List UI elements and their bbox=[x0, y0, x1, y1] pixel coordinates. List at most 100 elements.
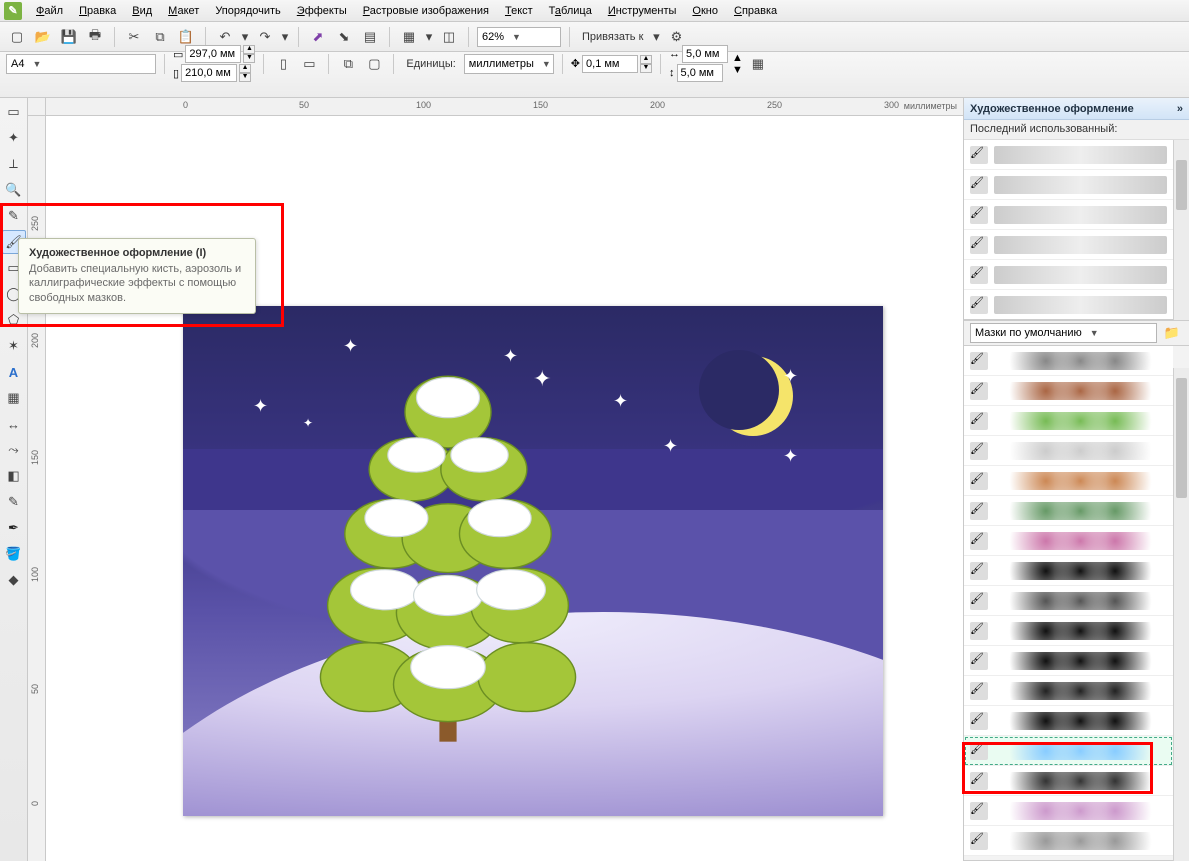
document-page[interactable]: ✦ ✦ ✦ ✦ ✦ ✦ ✦ ✦ ✦ bbox=[183, 306, 883, 816]
page-width-field[interactable]: ▭ ▲▼ bbox=[173, 45, 255, 63]
redo-icon[interactable]: ↷ bbox=[254, 26, 276, 48]
page-width-input[interactable] bbox=[185, 45, 241, 63]
copy-icon[interactable]: ⧉ bbox=[149, 26, 171, 48]
portrait-icon[interactable]: ▯ bbox=[272, 53, 294, 75]
brush-row[interactable]: 🖌 bbox=[964, 376, 1173, 406]
menu-file[interactable]: Файл bbox=[28, 2, 71, 20]
crop-tool-icon[interactable]: ⟂ bbox=[2, 152, 26, 176]
brush-row[interactable]: 🖌 bbox=[964, 436, 1173, 466]
text-tool-icon[interactable]: A bbox=[2, 360, 26, 384]
all-pages-icon[interactable]: ⧉ bbox=[337, 53, 359, 75]
current-page-icon[interactable]: ▢ bbox=[363, 53, 385, 75]
spinner-arrows[interactable]: ▲▼ bbox=[640, 55, 652, 73]
scroll-thumb[interactable] bbox=[1176, 378, 1187, 498]
menu-layout[interactable]: Макет bbox=[160, 2, 207, 20]
dup-y-field[interactable]: ↕ bbox=[669, 64, 728, 82]
brush-row[interactable]: 🖌 bbox=[964, 676, 1173, 706]
scrollbar[interactable] bbox=[1173, 368, 1189, 861]
new-icon[interactable]: ▢ bbox=[6, 26, 28, 48]
chevron-right-icon[interactable]: » bbox=[1177, 103, 1183, 115]
stroke-list[interactable]: 🖌🖌🖌🖌🖌🖌🖌🖌🖌🖌🖌🖌🖌🖌🖌🖌🖌 bbox=[964, 346, 1189, 861]
brush-row[interactable]: 🖌 bbox=[964, 766, 1173, 796]
publish-pdf-icon[interactable]: ▤ bbox=[359, 26, 381, 48]
stroke-category-combo[interactable]: Мазки по умолчанию ▼ bbox=[970, 323, 1157, 343]
menu-arrange[interactable]: Упорядочить bbox=[207, 2, 288, 20]
brush-row[interactable]: 🖌 bbox=[964, 796, 1173, 826]
brush-row[interactable]: 🖌 bbox=[964, 736, 1173, 766]
export-icon[interactable]: ⬊ bbox=[333, 26, 355, 48]
nudge-field[interactable]: ✥ ▲▼ bbox=[571, 55, 652, 73]
brush-row[interactable]: 🖌 bbox=[964, 466, 1173, 496]
brush-row[interactable]: 🖌 bbox=[964, 170, 1173, 200]
docker-title-bar[interactable]: Художественное оформление » bbox=[964, 98, 1189, 120]
menu-effects[interactable]: Эффекты bbox=[289, 2, 355, 20]
menu-table[interactable]: Таблица bbox=[541, 2, 600, 20]
menu-view[interactable]: Вид bbox=[124, 2, 160, 20]
dimension-tool-icon[interactable]: ↔ bbox=[2, 412, 26, 436]
ruler-vertical[interactable]: 250 200 150 100 50 0 bbox=[28, 116, 46, 861]
landscape-icon[interactable]: ▭ bbox=[298, 53, 320, 75]
folder-icon[interactable]: 📁 bbox=[1161, 322, 1183, 344]
page-height-field[interactable]: ▯ ▲▼ bbox=[173, 64, 255, 82]
interactive-tool-icon[interactable]: ◆ bbox=[2, 568, 26, 592]
brush-row[interactable]: 🖌 bbox=[964, 586, 1173, 616]
pick-tool-icon[interactable]: ▭ bbox=[2, 100, 26, 124]
basic-shapes-tool-icon[interactable]: ✶ bbox=[2, 334, 26, 358]
brush-row[interactable]: 🖌 bbox=[964, 260, 1173, 290]
dup-x-input[interactable] bbox=[682, 45, 728, 63]
brush-row[interactable]: 🖌 bbox=[964, 706, 1173, 736]
canvas[interactable]: ✦ ✦ ✦ ✦ ✦ ✦ ✦ ✦ ✦ bbox=[46, 116, 963, 861]
zoom-combo[interactable]: 62% ▼ bbox=[477, 27, 561, 47]
snap-dropdown[interactable]: ▾ bbox=[651, 26, 661, 48]
menu-edit[interactable]: Правка bbox=[71, 2, 124, 20]
ruler-corner[interactable] bbox=[28, 98, 46, 116]
save-icon[interactable]: 💾 bbox=[58, 26, 80, 48]
redo-dropdown-icon[interactable]: ▾ bbox=[280, 26, 290, 48]
scroll-thumb[interactable] bbox=[1176, 160, 1187, 210]
menu-window[interactable]: Окно bbox=[684, 2, 726, 20]
ruler-horizontal[interactable]: 0 50 100 150 200 250 300 миллиметры bbox=[46, 98, 963, 116]
brush-row[interactable]: 🖌 bbox=[964, 140, 1173, 170]
brush-row[interactable]: 🖌 bbox=[964, 496, 1173, 526]
spinner-arrows[interactable]: ▲▼ bbox=[239, 64, 251, 82]
brush-row[interactable]: 🖌 bbox=[964, 556, 1173, 586]
brush-row[interactable]: 🖌 bbox=[964, 406, 1173, 436]
nudge-input[interactable] bbox=[582, 55, 638, 73]
scrollbar[interactable] bbox=[1173, 140, 1189, 320]
options-icon[interactable]: ▦ bbox=[747, 53, 769, 75]
welcome-icon[interactable]: ◫ bbox=[438, 26, 460, 48]
outline-tool-icon[interactable]: ✒ bbox=[2, 516, 26, 540]
zoom-tool-icon[interactable]: 🔍 bbox=[2, 178, 26, 202]
brush-row[interactable]: 🖌 bbox=[964, 200, 1173, 230]
brush-row[interactable]: 🖌 bbox=[964, 346, 1173, 376]
page-preset-combo[interactable]: A4 ▼ bbox=[6, 54, 156, 74]
units-combo[interactable]: миллиметры ▼ bbox=[464, 54, 554, 74]
connector-tool-icon[interactable]: ⤳ bbox=[2, 438, 26, 462]
spinner-arrows[interactable]: ▲▼ bbox=[243, 45, 255, 63]
table-tool-icon[interactable]: ▦ bbox=[2, 386, 26, 410]
import-icon[interactable]: ⬈ bbox=[307, 26, 329, 48]
shape-tool-icon[interactable]: ✦ bbox=[2, 126, 26, 150]
freehand-tool-icon[interactable]: ✎ bbox=[2, 204, 26, 228]
menu-text[interactable]: Текст bbox=[497, 2, 541, 20]
brush-row[interactable]: 🖌 bbox=[964, 616, 1173, 646]
brush-row[interactable]: 🖌 bbox=[964, 526, 1173, 556]
dup-x-field[interactable]: ↔ bbox=[669, 45, 728, 63]
open-icon[interactable]: 📂 bbox=[32, 26, 54, 48]
app-launcher-icon[interactable]: ▦ bbox=[398, 26, 420, 48]
app-launcher-dropdown[interactable]: ▾ bbox=[424, 26, 434, 48]
fill-tool-icon[interactable]: 🪣 bbox=[2, 542, 26, 566]
brush-row[interactable]: 🖌 bbox=[964, 646, 1173, 676]
menu-bitmaps[interactable]: Растровые изображения bbox=[355, 2, 497, 20]
eyedropper-tool-icon[interactable]: ✎ bbox=[2, 490, 26, 514]
menu-tools[interactable]: Инструменты bbox=[600, 2, 685, 20]
menu-help[interactable]: Справка bbox=[726, 2, 785, 20]
brush-row[interactable]: 🖌 bbox=[964, 290, 1173, 320]
cut-icon[interactable]: ✂ bbox=[123, 26, 145, 48]
interactive-fill-icon[interactable]: ◧ bbox=[2, 464, 26, 488]
brush-row[interactable]: 🖌 bbox=[964, 230, 1173, 260]
page-height-input[interactable] bbox=[181, 64, 237, 82]
brush-row[interactable]: 🖌 bbox=[964, 826, 1173, 856]
last-used-list[interactable]: 🖌🖌🖌🖌🖌🖌 bbox=[964, 140, 1189, 320]
spinner-arrows[interactable]: ▲▼ bbox=[732, 52, 743, 76]
